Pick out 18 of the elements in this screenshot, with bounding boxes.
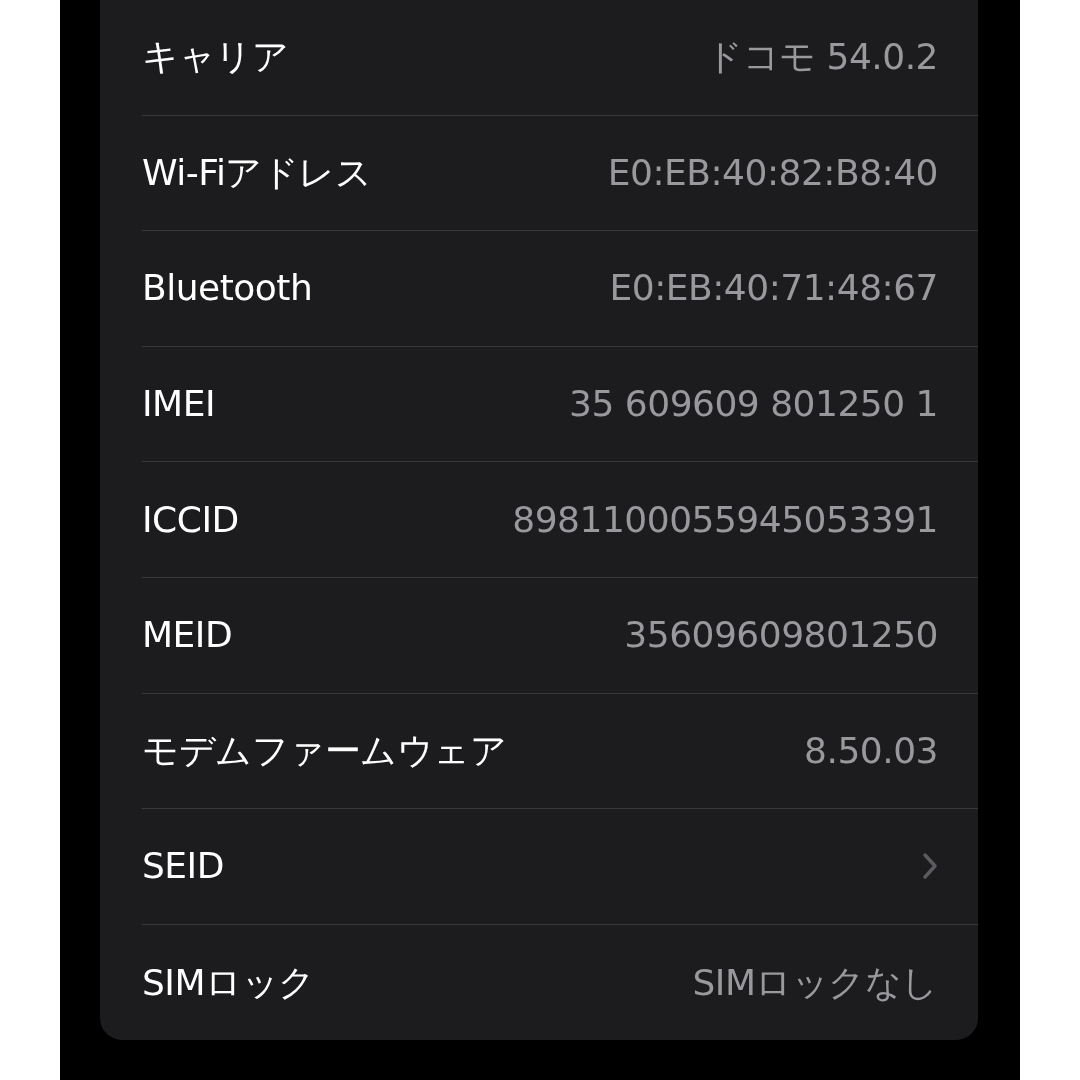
row-label: ICCID <box>142 497 239 542</box>
row-label: キャリア <box>142 35 288 80</box>
row-value: 35609609801250 <box>624 613 938 658</box>
chevron-right-icon[interactable] <box>922 852 938 881</box>
row-label: MEID <box>142 613 233 658</box>
row-label: Bluetooth <box>142 266 313 311</box>
row-label: IMEI <box>142 382 216 427</box>
row-value: 35 609609 801250 1 <box>569 382 938 427</box>
row-value: SIMロックなし <box>692 960 938 1005</box>
row-value: E0:EB:40:71:48:67 <box>609 266 938 311</box>
row-value: 8981100055945053391 <box>512 497 938 542</box>
row-label: SIMロック <box>142 960 315 1005</box>
row-label: SEID <box>142 844 224 889</box>
row-label: モデムファームウェア <box>142 728 506 773</box>
row-value: 8.50.03 <box>804 728 938 773</box>
row-value: ドコモ 54.0.2 <box>706 35 938 80</box>
row-value: E0:EB:40:82:B8:40 <box>607 150 938 195</box>
row-label: Wi-Fiアドレス <box>142 150 372 195</box>
